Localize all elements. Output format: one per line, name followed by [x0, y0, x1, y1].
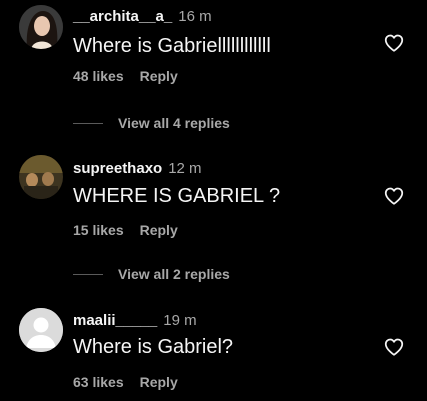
likes-count[interactable]: 48 likes	[73, 68, 124, 84]
avatar[interactable]	[19, 155, 63, 199]
comment-text: Where is Gabriellllllllllll	[73, 35, 271, 57]
user-photo-icon	[19, 5, 63, 49]
comment-meta: supreethaxo 12 m	[73, 160, 202, 178]
likes-count[interactable]: 15 likes	[73, 222, 124, 238]
timestamp: 12 m	[168, 160, 202, 177]
avatar[interactable]	[19, 5, 63, 49]
timestamp: 16 m	[178, 8, 212, 25]
avatar[interactable]	[19, 308, 63, 352]
divider	[73, 274, 103, 275]
timestamp: 19 m	[163, 312, 197, 329]
heart-outline-icon[interactable]	[383, 185, 405, 207]
divider	[73, 123, 103, 124]
reply-button[interactable]: Reply	[140, 68, 178, 84]
view-replies-label[interactable]: View all 2 replies	[118, 266, 230, 282]
heart-outline-icon[interactable]	[383, 336, 405, 358]
reply-button[interactable]: Reply	[140, 374, 178, 390]
comment-actions: 63 likes Reply	[73, 374, 178, 390]
reply-button[interactable]: Reply	[140, 222, 178, 238]
username[interactable]: __archita__a_	[73, 8, 172, 25]
heart-outline-icon[interactable]	[383, 32, 405, 54]
comment-text: Where is Gabriel?	[73, 336, 234, 358]
comment-meta: maalii_____ 19 m	[73, 312, 197, 330]
likes-count[interactable]: 63 likes	[73, 374, 124, 390]
comment-actions: 48 likes Reply	[73, 68, 178, 84]
comment-text: WHERE IS GABRIEL ?	[73, 185, 281, 207]
username[interactable]: maalii_____	[73, 312, 157, 329]
username[interactable]: supreethaxo	[73, 160, 162, 177]
view-replies-label[interactable]: View all 4 replies	[118, 115, 230, 131]
user-photo-icon	[19, 155, 63, 199]
default-avatar-icon	[19, 308, 63, 352]
comment-actions: 15 likes Reply	[73, 222, 178, 238]
comment-meta: __archita__a_ 16 m	[73, 8, 212, 26]
